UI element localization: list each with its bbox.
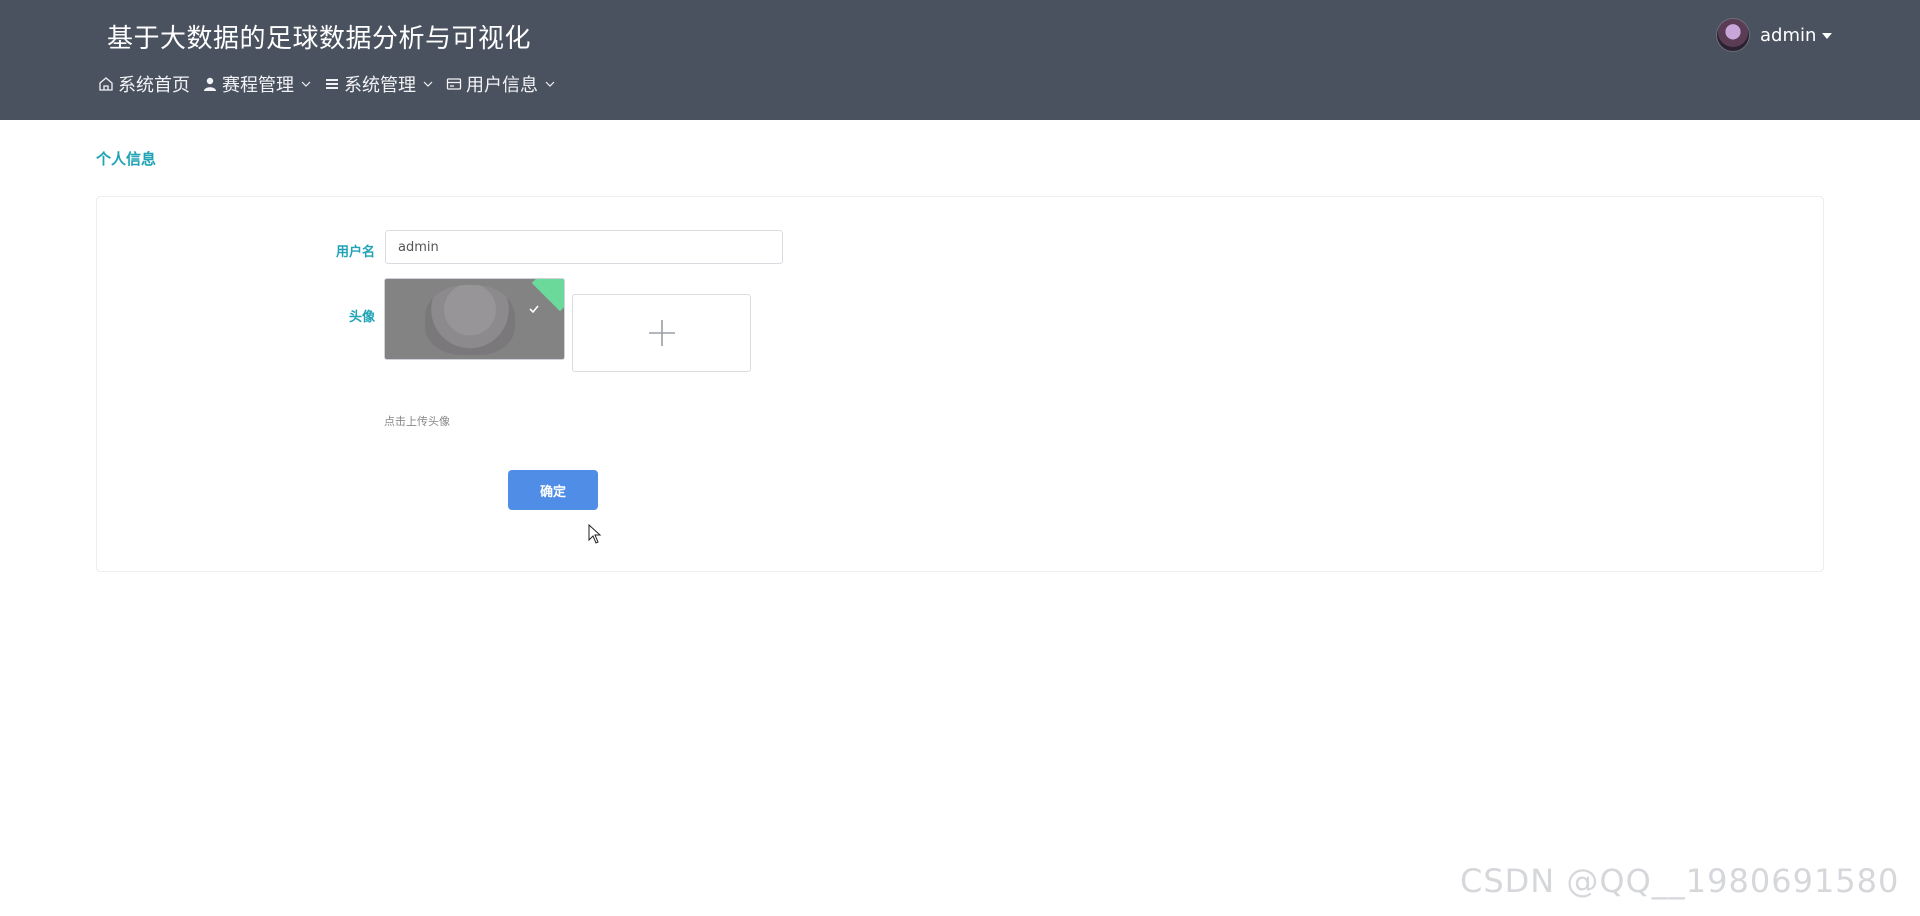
plus-icon xyxy=(648,320,675,346)
nav-item-home[interactable]: 系统首页 xyxy=(98,71,190,97)
nav-item-label: 用户信息 xyxy=(466,75,538,96)
top-header: 基于大数据的足球数据分析与可视化 系统首页 赛程管理 系统管理 用户信息 adm… xyxy=(0,0,1920,120)
user-menu[interactable]: admin xyxy=(1716,18,1833,52)
nav-item-userinfo[interactable]: 用户信息 xyxy=(446,71,556,97)
home-icon xyxy=(98,76,114,92)
chevron-down-icon xyxy=(300,78,312,90)
nav-item-schedule[interactable]: 赛程管理 xyxy=(202,71,312,97)
main-nav: 系统首页 赛程管理 系统管理 用户信息 xyxy=(98,72,568,96)
confirm-button[interactable]: 确定 xyxy=(508,470,598,510)
caret-down-icon xyxy=(1822,33,1833,39)
nav-item-label: 系统管理 xyxy=(344,75,416,96)
page-title: 个人信息 xyxy=(96,150,157,168)
check-icon xyxy=(529,305,539,314)
thumbnail-overlay xyxy=(385,279,564,359)
watermark: CSDN @QQ__1980691580 xyxy=(1460,862,1900,900)
mouse-cursor-icon xyxy=(588,524,602,544)
avatar-upload-button[interactable] xyxy=(572,294,751,372)
chevron-down-icon xyxy=(544,78,556,90)
list-icon xyxy=(324,76,340,92)
nav-item-label: 赛程管理 xyxy=(222,75,294,96)
user-name: admin xyxy=(1760,24,1817,46)
username-input[interactable] xyxy=(385,230,783,264)
nav-item-system[interactable]: 系统管理 xyxy=(324,71,434,97)
nav-item-label: 系统首页 xyxy=(118,75,190,96)
app-title: 基于大数据的足球数据分析与可视化 xyxy=(107,24,532,54)
chevron-down-icon xyxy=(422,78,434,90)
upload-hint: 点击上传头像 xyxy=(384,415,450,428)
avatar xyxy=(1716,18,1750,52)
username-label: 用户名 xyxy=(335,245,375,260)
user-icon xyxy=(202,76,218,92)
avatar-label: 头像 xyxy=(348,310,375,325)
avatar-thumbnail[interactable] xyxy=(384,278,565,360)
card-icon xyxy=(446,76,462,92)
